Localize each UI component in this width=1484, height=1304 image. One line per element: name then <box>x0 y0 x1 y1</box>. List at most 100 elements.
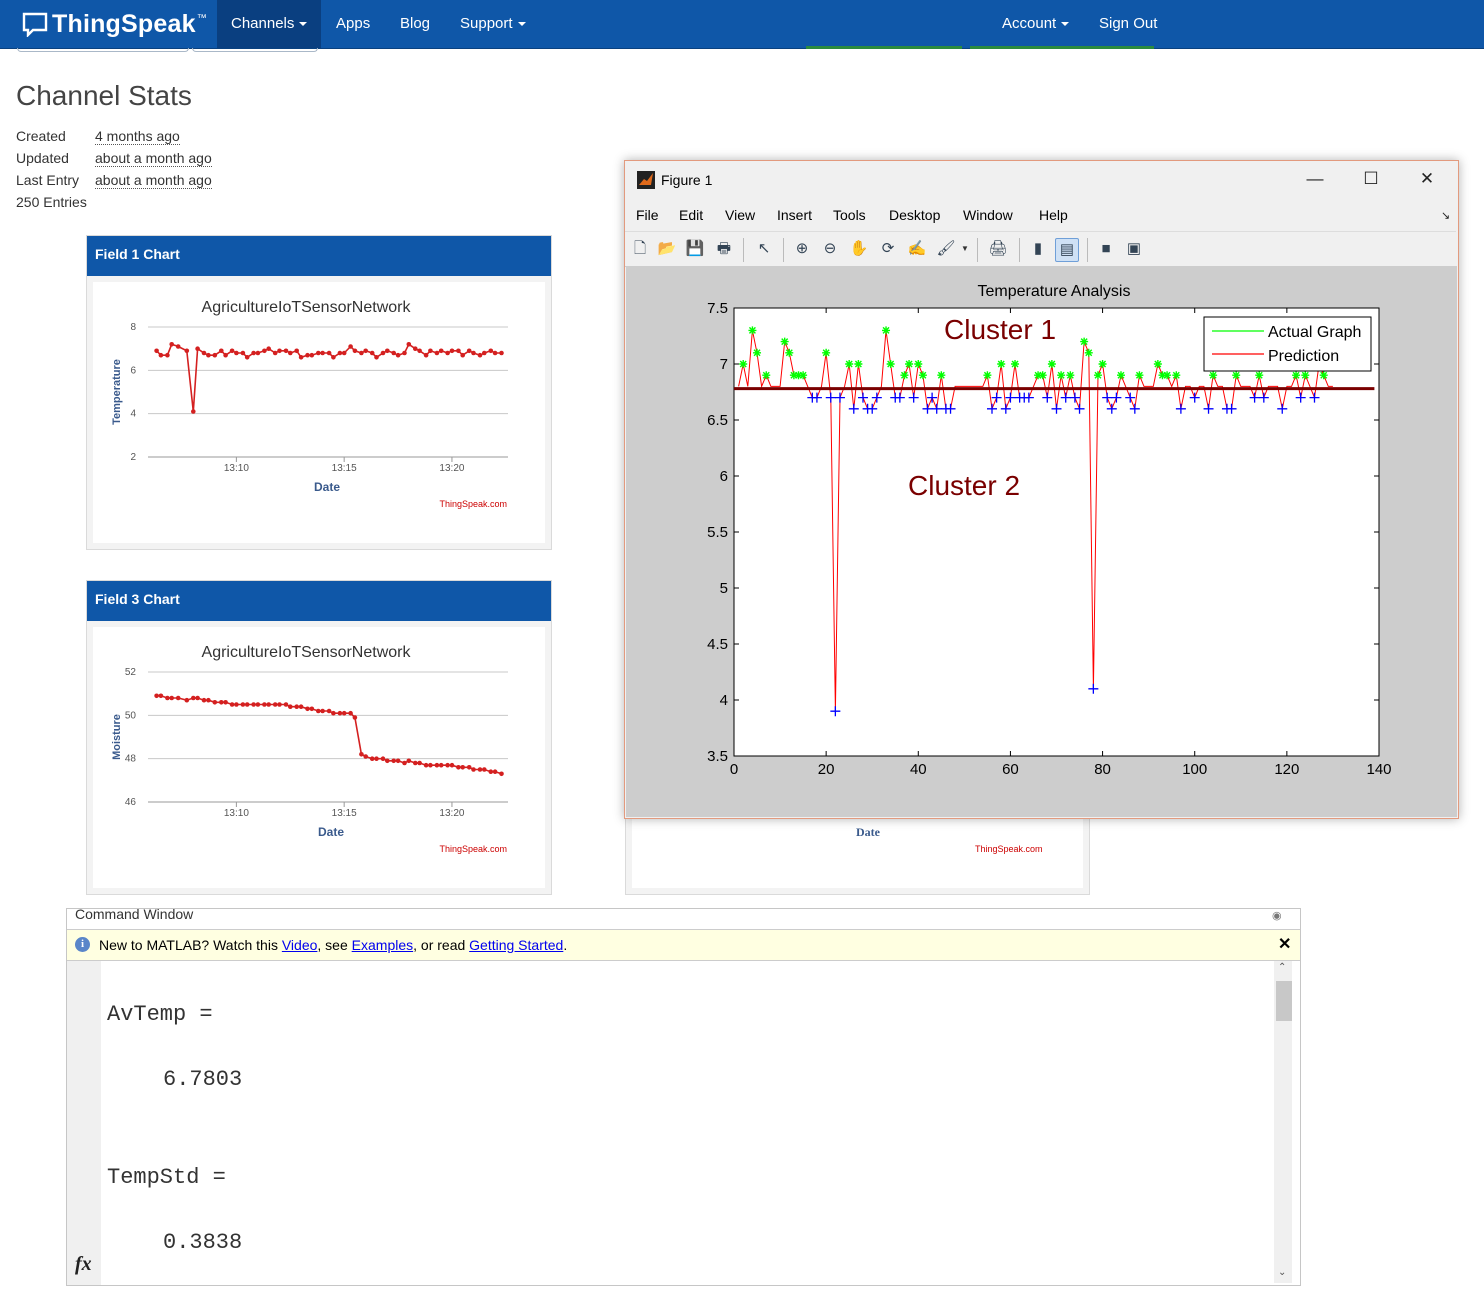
actual-point-star <box>762 371 771 380</box>
vertical-scrollbar[interactable]: ⌃ ⌄ <box>1274 961 1292 1283</box>
nav-support[interactable]: Support <box>446 0 540 48</box>
rotate-icon[interactable]: ⟳ <box>877 238 899 260</box>
data-point <box>195 695 200 701</box>
data-point <box>298 704 304 709</box>
menu-help[interactable]: Help <box>1039 207 1068 223</box>
nav-account[interactable]: Account <box>988 0 1083 48</box>
stat-entries: 250 Entries <box>16 194 87 210</box>
data-point <box>195 346 200 351</box>
menu-tools[interactable]: Tools <box>833 207 866 223</box>
hide-plot-tools-icon[interactable]: ■ <box>1095 238 1117 260</box>
data-point <box>320 350 325 356</box>
scroll-down-icon[interactable]: ⌄ <box>1278 1267 1286 1278</box>
examples-link[interactable]: Examples <box>352 937 413 953</box>
data-point <box>385 758 390 764</box>
minimize-icon[interactable]: — <box>1295 167 1335 191</box>
data-point <box>255 350 261 356</box>
zoom-out-icon[interactable]: ⊖ <box>819 238 841 260</box>
open-file-icon[interactable]: 📂 <box>656 238 678 260</box>
nav-apps[interactable]: Apps <box>322 0 384 48</box>
menu-view[interactable]: View <box>725 207 755 223</box>
panel-menu-icon[interactable]: ◉ <box>1272 909 1282 922</box>
figure-window[interactable]: Figure 1 — ☐ ✕ File Edit View Insert Too… <box>624 160 1459 819</box>
data-point <box>326 350 332 356</box>
stat-value-created: 4 months ago <box>95 128 180 145</box>
y-tick-label: 48 <box>125 754 137 765</box>
output-tempstd-name: TempStd = <box>107 1165 226 1190</box>
data-point <box>374 355 379 360</box>
data-point <box>277 348 282 354</box>
scrollbar-thumb[interactable] <box>1276 981 1292 1021</box>
x-tick-label: 0 <box>730 761 738 778</box>
brush-icon[interactable]: 🖌 <box>935 238 957 260</box>
y-tick-label: 2 <box>130 452 136 463</box>
video-link[interactable]: Video <box>282 937 318 953</box>
hidden-button[interactable] <box>17 48 189 52</box>
save-icon[interactable]: 💾 <box>684 238 706 260</box>
pointer-icon[interactable]: ↖ <box>753 238 775 260</box>
data-point <box>154 348 159 354</box>
dock-arrow-icon[interactable]: ↘ <box>1441 209 1450 222</box>
hidden-green-button[interactable] <box>806 46 962 49</box>
nav-blog[interactable]: Blog <box>386 0 444 48</box>
getting-started-link[interactable]: Getting Started <box>469 937 563 953</box>
show-plot-tools-icon[interactable]: ▣ <box>1123 238 1145 260</box>
menu-desktop[interactable]: Desktop <box>889 207 940 223</box>
temperature-analysis-plot[interactable]: Temperature Analysis 0 20 40 60 80 100 120 140 3… <box>626 266 1457 817</box>
data-point <box>169 342 174 347</box>
actual-point-star <box>1255 371 1264 380</box>
caret-down-icon <box>517 22 526 27</box>
data-point <box>499 771 504 777</box>
data-point <box>348 344 353 349</box>
pan-icon[interactable]: ✋ <box>848 238 870 260</box>
link-plot-icon[interactable]: 🖨 <box>987 238 1009 260</box>
nav-channels[interactable]: Channels <box>217 0 322 48</box>
data-point <box>191 409 196 414</box>
menu-file[interactable]: File <box>636 207 659 223</box>
data-point <box>219 700 224 705</box>
hidden-green-button[interactable] <box>970 46 1154 49</box>
data-point <box>460 765 466 770</box>
maximize-icon[interactable]: ☐ <box>1351 167 1391 191</box>
y-tick-label: 4.5 <box>707 636 728 653</box>
data-point <box>369 756 375 761</box>
data-point <box>326 708 332 714</box>
thingspeak-logo[interactable]: ThingSpeak ™ <box>22 6 207 42</box>
command-window-title: Command Window <box>75 909 194 922</box>
zoom-in-icon[interactable]: ⊕ <box>791 238 813 260</box>
y-tick-label: 4 <box>130 409 136 420</box>
print-icon[interactable]: 🖶 <box>713 238 735 260</box>
fx-icon[interactable]: fx <box>75 1253 92 1276</box>
y-tick-label: 8 <box>130 322 136 333</box>
x-tick-label: 140 <box>1366 761 1391 778</box>
command-window[interactable]: Command Window ◉ i New to MATLAB? Watch … <box>66 908 1301 1286</box>
data-cursor-icon[interactable]: ✍ <box>906 238 928 260</box>
menu-window[interactable]: Window <box>963 207 1013 223</box>
x-tick-label: 40 <box>910 761 927 778</box>
data-point <box>413 760 418 766</box>
nav-sign-out[interactable]: Sign Out <box>1085 0 1171 48</box>
field3-panel-title: Field 3 Chart <box>87 581 551 621</box>
scroll-up-icon[interactable]: ⌃ <box>1278 962 1286 973</box>
chevron-down-icon[interactable]: ▼ <box>961 244 969 253</box>
data-point <box>341 350 347 356</box>
close-icon[interactable]: ✕ <box>1407 167 1447 191</box>
legend[interactable]: Actual Graph Prediction <box>1203 316 1372 372</box>
data-point <box>445 762 450 768</box>
close-icon[interactable]: ✕ <box>1278 930 1291 960</box>
data-point <box>488 769 494 774</box>
new-figure-icon[interactable]: 🗋 <box>629 238 651 260</box>
hidden-button[interactable] <box>192 48 318 52</box>
actual-point-star <box>886 360 895 368</box>
actual-point-star <box>1209 371 1218 380</box>
actual-point-star <box>1301 371 1310 380</box>
x-tick-label: 13:20 <box>439 808 464 819</box>
menu-insert[interactable]: Insert <box>777 207 812 223</box>
data-point <box>244 355 250 360</box>
legend-icon[interactable]: ▤ <box>1055 238 1079 262</box>
page-title: Channel Stats <box>16 80 192 111</box>
menu-edit[interactable]: Edit <box>679 207 703 223</box>
colorbar-icon[interactable]: ▮ <box>1027 238 1049 260</box>
data-point <box>262 702 267 707</box>
data-point <box>175 344 181 349</box>
